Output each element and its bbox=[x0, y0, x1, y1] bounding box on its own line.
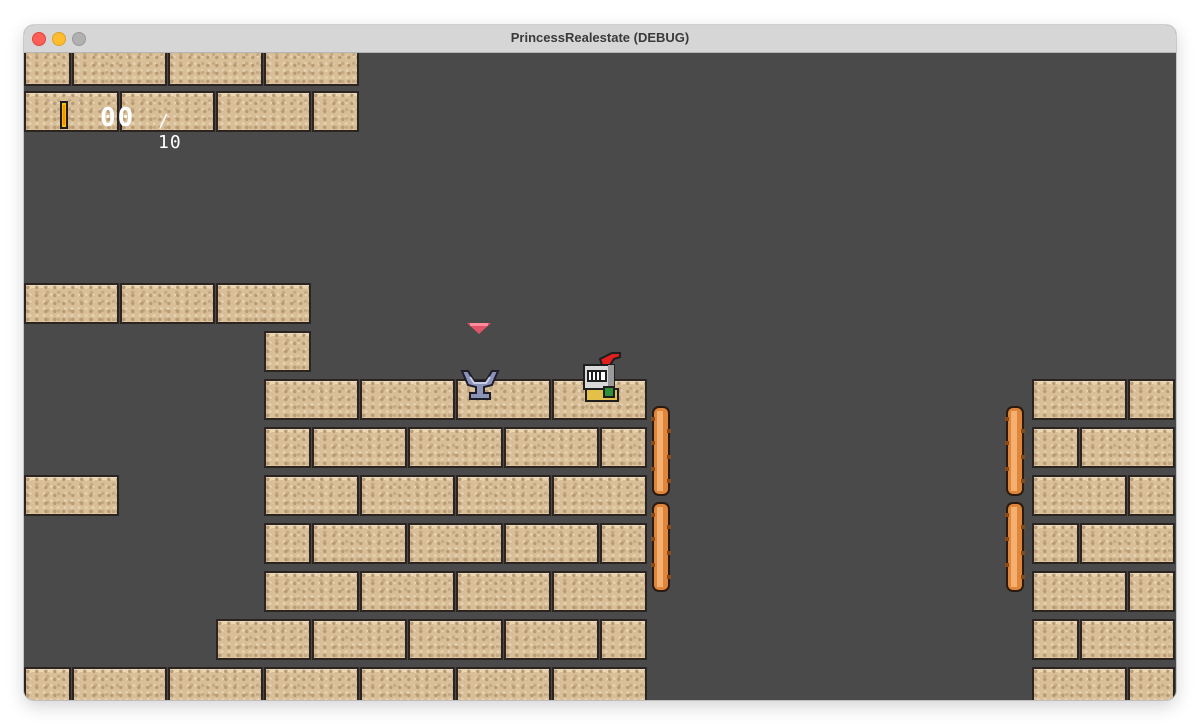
stone-brick bbox=[456, 475, 551, 516]
game-window: PrincessRealestate (DEBUG) 00 / 10 bbox=[24, 25, 1176, 700]
anvil-icon bbox=[460, 370, 500, 400]
stone-brick bbox=[264, 427, 311, 468]
stone-brick bbox=[1032, 475, 1127, 516]
spring-icon bbox=[651, 406, 671, 496]
stone-brick bbox=[72, 667, 167, 700]
stone-brick bbox=[312, 619, 407, 660]
spring-icon bbox=[651, 502, 671, 592]
stone-brick bbox=[1128, 475, 1175, 516]
stone-brick bbox=[264, 331, 311, 372]
stone-brick bbox=[600, 427, 647, 468]
stone-brick bbox=[216, 283, 311, 324]
stone-brick bbox=[1080, 523, 1175, 564]
stone-brick bbox=[1032, 667, 1127, 700]
stone-brick bbox=[312, 523, 407, 564]
stone-brick bbox=[1032, 379, 1127, 420]
stone-brick bbox=[360, 571, 455, 612]
stone-brick bbox=[1032, 619, 1079, 660]
stone-brick bbox=[504, 427, 599, 468]
stone-brick bbox=[600, 619, 647, 660]
stone-brick bbox=[24, 667, 71, 700]
stone-brick bbox=[552, 475, 647, 516]
stone-brick bbox=[1032, 523, 1079, 564]
stone-brick bbox=[600, 523, 647, 564]
down-triangle-marker bbox=[467, 323, 491, 334]
stone-brick bbox=[264, 475, 359, 516]
stone-brick bbox=[1128, 667, 1175, 700]
stone-brick bbox=[24, 283, 119, 324]
spring-icon bbox=[1005, 406, 1025, 496]
stone-brick bbox=[168, 53, 263, 86]
stone-brick bbox=[408, 523, 503, 564]
coin-icon bbox=[60, 101, 68, 129]
stone-brick bbox=[552, 667, 647, 700]
stone-brick bbox=[264, 53, 359, 86]
stone-brick bbox=[24, 475, 119, 516]
stone-brick bbox=[360, 667, 455, 700]
stone-brick bbox=[504, 523, 599, 564]
window-title: PrincessRealestate (DEBUG) bbox=[510, 30, 690, 45]
stone-brick bbox=[264, 571, 359, 612]
stone-brick bbox=[168, 667, 263, 700]
coins-collected: 00 bbox=[100, 103, 136, 133]
stone-brick bbox=[24, 53, 71, 86]
stone-brick bbox=[552, 571, 647, 612]
stone-brick bbox=[312, 91, 359, 132]
stone-brick bbox=[360, 475, 455, 516]
stone-brick bbox=[1128, 571, 1175, 612]
stone-brick bbox=[1032, 427, 1079, 468]
stone-brick bbox=[264, 523, 311, 564]
stone-brick bbox=[216, 619, 311, 660]
stone-brick bbox=[504, 619, 599, 660]
stone-brick bbox=[456, 571, 551, 612]
stone-brick bbox=[408, 427, 503, 468]
stone-brick bbox=[120, 283, 215, 324]
stone-brick bbox=[72, 53, 167, 86]
stone-brick bbox=[1080, 619, 1175, 660]
game-canvas[interactable]: 00 / 10 bbox=[24, 53, 1176, 700]
stone-brick bbox=[456, 667, 551, 700]
stone-brick bbox=[264, 379, 359, 420]
stone-brick bbox=[1032, 571, 1127, 612]
stone-brick bbox=[216, 91, 311, 132]
stone-brick bbox=[264, 667, 359, 700]
title-bar: PrincessRealestate (DEBUG) bbox=[24, 25, 1176, 53]
stone-brick bbox=[1080, 427, 1175, 468]
stone-brick bbox=[1128, 379, 1175, 420]
spring-icon bbox=[1005, 502, 1025, 592]
knight-icon[interactable] bbox=[582, 349, 622, 403]
stone-brick bbox=[360, 379, 455, 420]
coins-total: / 10 bbox=[158, 111, 182, 153]
stone-brick bbox=[408, 619, 503, 660]
stone-brick bbox=[312, 427, 407, 468]
